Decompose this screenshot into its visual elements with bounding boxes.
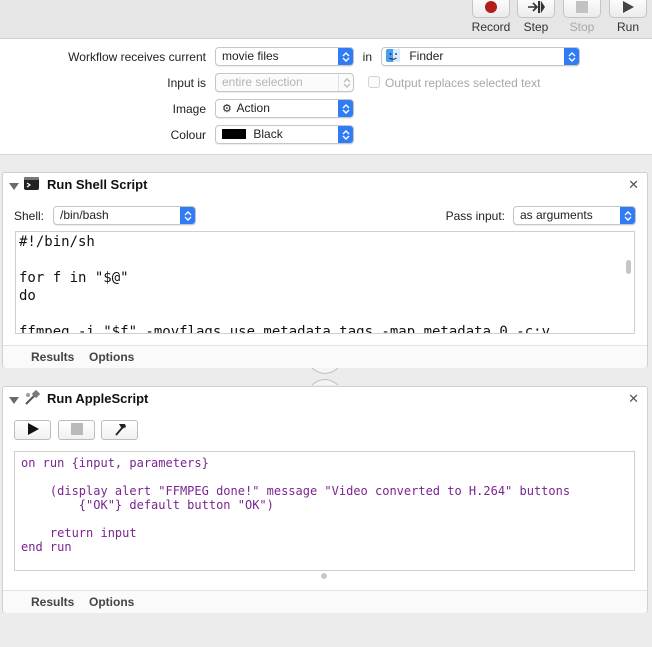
record-icon — [484, 0, 498, 17]
close-icon[interactable]: ✕ — [628, 177, 639, 193]
colour-value: Black — [253, 127, 283, 141]
action-title: Run Shell Script — [47, 177, 148, 192]
record-label: Record — [471, 20, 511, 34]
receives-value: movie files — [222, 49, 279, 63]
applescript-editor[interactable]: on run {input, parameters} (display aler… — [14, 451, 635, 571]
colour-popup[interactable]: Black — [215, 125, 354, 144]
run-label: Run — [616, 20, 639, 34]
pass-input-popup[interactable]: as arguments — [513, 206, 636, 225]
run-shell-script-action: Run Shell Script ✕ Shell: /bin/bash Pass… — [2, 172, 648, 368]
workflow-header: Workflow receives current movie files in… — [0, 39, 652, 155]
action-title-bar[interactable]: Run Shell Script ✕ — [3, 173, 647, 195]
toolbar: Record Step Stop Run — [0, 0, 652, 39]
scrollbar-thumb[interactable] — [626, 260, 631, 274]
applescript-icon — [24, 390, 40, 409]
hammer-icon — [113, 422, 127, 439]
resize-handle[interactable] — [321, 573, 327, 579]
applescript-code: on run {input, parameters} (display aler… — [21, 456, 571, 554]
run-icon — [27, 422, 39, 438]
options-tab[interactable]: Options — [89, 350, 134, 364]
stop-icon — [70, 422, 83, 438]
results-tab[interactable]: Results — [31, 350, 74, 364]
chevron-updown-icon — [338, 100, 353, 117]
receives-label: Workflow receives current — [68, 50, 206, 64]
shell-label: Shell: — [14, 209, 45, 223]
input-is-value: entire selection — [222, 75, 303, 89]
input-is-label: Input is — [167, 76, 206, 90]
shell-script-editor[interactable]: #!/bin/sh for f in "$@" do ffmpeg -i "$f… — [15, 231, 635, 334]
output-replaces-label: Output replaces selected text — [385, 76, 541, 90]
step-icon — [527, 0, 545, 17]
run-script-button[interactable] — [14, 420, 51, 440]
application-value: Finder — [409, 49, 444, 63]
pass-input-value: as arguments — [520, 208, 593, 222]
output-replaces-checkbox[interactable] — [368, 76, 380, 88]
record-button[interactable] — [472, 0, 510, 18]
application-popup[interactable]: Finder — [381, 47, 580, 66]
stop-icon — [575, 0, 589, 17]
chevron-updown-icon — [180, 207, 195, 224]
colour-label: Colour — [170, 128, 206, 142]
step-button[interactable] — [517, 0, 555, 18]
gear-icon: ⚙ — [222, 103, 232, 115]
step-label: Step — [523, 20, 549, 34]
finder-icon — [386, 49, 400, 65]
shell-script-code: #!/bin/sh for f in "$@" do ffmpeg -i "$f… — [19, 234, 551, 334]
compile-button[interactable] — [101, 420, 138, 440]
image-value: Action — [236, 101, 270, 115]
disclosure-triangle-icon[interactable] — [9, 394, 19, 408]
results-tab[interactable]: Results — [31, 595, 74, 609]
in-label: in — [362, 50, 372, 64]
colour-swatch — [222, 129, 246, 139]
shell-value: /bin/bash — [60, 208, 109, 222]
stop-label: Stop — [569, 20, 595, 34]
stop-script-button[interactable] — [58, 420, 95, 440]
image-label: Image — [172, 102, 206, 116]
run-applescript-action: Run AppleScript ✕ on run {input, paramet… — [2, 386, 648, 613]
disclosure-triangle-icon[interactable] — [9, 180, 19, 194]
image-popup[interactable]: ⚙ Action — [215, 99, 354, 118]
receives-popup[interactable]: movie files — [215, 47, 354, 66]
stop-button[interactable] — [563, 0, 601, 18]
run-button[interactable] — [609, 0, 647, 18]
shell-popup[interactable]: /bin/bash — [53, 206, 196, 225]
chevron-updown-icon — [564, 48, 579, 65]
chevron-updown-icon — [338, 48, 353, 65]
options-tab[interactable]: Options — [89, 595, 134, 609]
run-icon — [621, 0, 635, 17]
close-icon[interactable]: ✕ — [628, 391, 639, 407]
input-is-popup[interactable]: entire selection — [215, 73, 354, 92]
chevron-updown-icon — [338, 126, 353, 143]
action-title: Run AppleScript — [47, 391, 149, 406]
action-connector — [310, 367, 340, 386]
chevron-updown-icon — [338, 74, 353, 91]
action-title-bar[interactable]: Run AppleScript ✕ — [3, 387, 647, 409]
pass-input-label: Pass input: — [445, 209, 505, 223]
chevron-updown-icon — [620, 207, 635, 224]
terminal-icon — [24, 177, 39, 193]
